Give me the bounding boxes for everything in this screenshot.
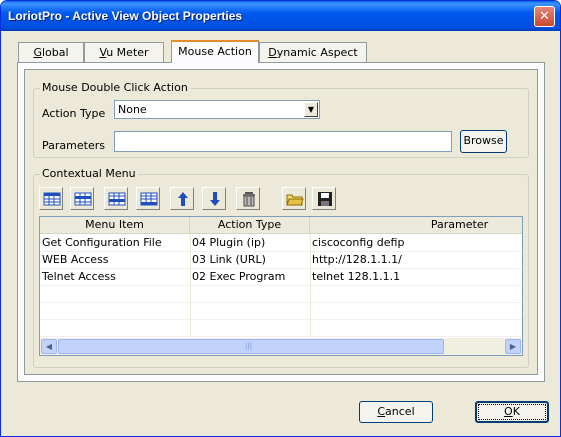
cell-menu-item: Telnet Access xyxy=(42,270,116,283)
mouse-action-panel: Mouse Double Click Action Action Type No… xyxy=(24,69,538,375)
contextual-menu-list[interactable]: Menu Item Action Type Parameter Get Conf… xyxy=(39,216,523,356)
close-button[interactable]: ✕ xyxy=(534,6,555,27)
cell-parameter: telnet 128.1.1.1 xyxy=(312,270,401,283)
cell-action-type: 02 Exec Program xyxy=(192,270,286,283)
cell-action-type: 03 Link (URL) xyxy=(192,253,266,266)
chevron-left-icon: ◀ xyxy=(45,342,53,351)
tab-global[interactable]: Global xyxy=(18,42,84,63)
tab-panel: Mouse Double Click Action Action Type No… xyxy=(17,62,545,382)
edit-row-button[interactable] xyxy=(104,187,128,210)
title-bar[interactable]: LoriotPro - Active View Object Propertie… xyxy=(1,1,560,31)
horizontal-scrollbar[interactable]: ◀ ||| ▶ xyxy=(40,338,522,355)
tab-mouse-action-label: Mouse Action xyxy=(178,45,252,58)
tab-dynamic-aspect-mnemonic: D xyxy=(268,46,277,59)
scroll-right-button[interactable]: ▶ xyxy=(505,339,521,354)
tab-dynamic-aspect-label: ynamic Aspect xyxy=(276,46,358,59)
cancel-button-label: ancel xyxy=(385,405,415,418)
tab-mouse-action[interactable]: Mouse Action xyxy=(171,40,259,63)
tab-global-label: lobal xyxy=(41,46,69,59)
table-row[interactable]: WEB Access 03 Link (URL) http://128.1.1.… xyxy=(40,252,522,269)
open-button[interactable] xyxy=(282,187,306,210)
column-header-parameter[interactable]: Parameter xyxy=(310,217,522,234)
save-icon xyxy=(318,192,332,206)
action-type-select[interactable]: None ▼ xyxy=(114,100,320,119)
table-row[interactable]: Telnet Access 02 Exec Program telnet 128… xyxy=(40,269,522,286)
dialog-window: LoriotPro - Active View Object Propertie… xyxy=(0,0,561,437)
column-header-menu-item[interactable]: Menu Item xyxy=(40,217,190,234)
tab-vu-meter[interactable]: Vu Meter xyxy=(84,42,164,63)
tab-global-mnemonic: G xyxy=(33,46,42,59)
browse-button-label: Browse xyxy=(463,134,504,147)
chevron-down-icon[interactable]: ▼ xyxy=(304,102,318,117)
table-row[interactable]: Get Configuration File 04 Plugin (ip) ci… xyxy=(40,235,522,252)
ok-mnemonic: O xyxy=(504,405,513,418)
contextual-menu-group-title: Contextual Menu xyxy=(40,167,138,180)
close-icon: ✕ xyxy=(539,9,550,24)
action-type-label: Action Type xyxy=(42,107,106,120)
tab-vu-meter-label: u Meter xyxy=(106,46,149,59)
open-folder-icon xyxy=(286,194,304,206)
browse-button[interactable]: Browse xyxy=(460,130,507,153)
move-down-button[interactable] xyxy=(202,187,226,210)
column-header-action-type[interactable]: Action Type xyxy=(190,217,310,234)
chevron-right-icon: ▶ xyxy=(509,342,517,351)
cell-menu-item: Get Configuration File xyxy=(42,236,162,249)
window-title: LoriotPro - Active View Object Propertie… xyxy=(8,9,243,23)
cancel-mnemonic: C xyxy=(377,405,386,418)
tab-dynamic-aspect[interactable]: Dynamic Aspect xyxy=(259,42,367,63)
grip-icon: ||| xyxy=(245,342,253,350)
cancel-button[interactable]: Cancel xyxy=(359,401,433,423)
contextual-menu-group: Contextual Menu Menu Item Action Type Pa… xyxy=(33,167,529,368)
ok-button[interactable]: OK xyxy=(475,401,549,423)
add-row-icon xyxy=(74,192,92,206)
double-click-group-title: Mouse Double Click Action xyxy=(40,81,190,94)
action-type-value: None xyxy=(118,103,147,116)
double-click-group: Mouse Double Click Action Action Type No… xyxy=(33,81,529,158)
parameters-label: Parameters xyxy=(42,139,105,152)
table-row-empty xyxy=(40,320,522,337)
scroll-left-button[interactable]: ◀ xyxy=(41,339,57,354)
move-down-icon xyxy=(210,192,220,206)
table-row-empty xyxy=(40,303,522,320)
edit-row-icon xyxy=(108,192,126,206)
delete-row-icon xyxy=(140,192,158,206)
ok-button-label: K xyxy=(512,405,520,418)
cell-menu-item: WEB Access xyxy=(42,253,109,266)
move-up-icon xyxy=(178,192,188,206)
cell-parameter: ciscoconfig defip xyxy=(312,236,405,249)
insert-row-icon xyxy=(43,192,61,206)
delete-row-button[interactable] xyxy=(136,187,160,210)
delete-button[interactable] xyxy=(236,187,260,210)
scroll-thumb[interactable]: ||| xyxy=(58,339,444,354)
delete-icon xyxy=(243,192,255,207)
save-button[interactable] xyxy=(312,187,336,210)
move-up-button[interactable] xyxy=(170,187,194,210)
parameters-input[interactable] xyxy=(114,131,452,152)
insert-row-button[interactable] xyxy=(39,187,63,210)
add-row-button[interactable] xyxy=(70,187,94,210)
table-row-empty xyxy=(40,286,522,303)
list-header: Menu Item Action Type Parameter xyxy=(40,217,522,234)
cell-action-type: 04 Plugin (ip) xyxy=(192,236,266,249)
cell-parameter: http://128.1.1.1/ xyxy=(312,253,402,266)
